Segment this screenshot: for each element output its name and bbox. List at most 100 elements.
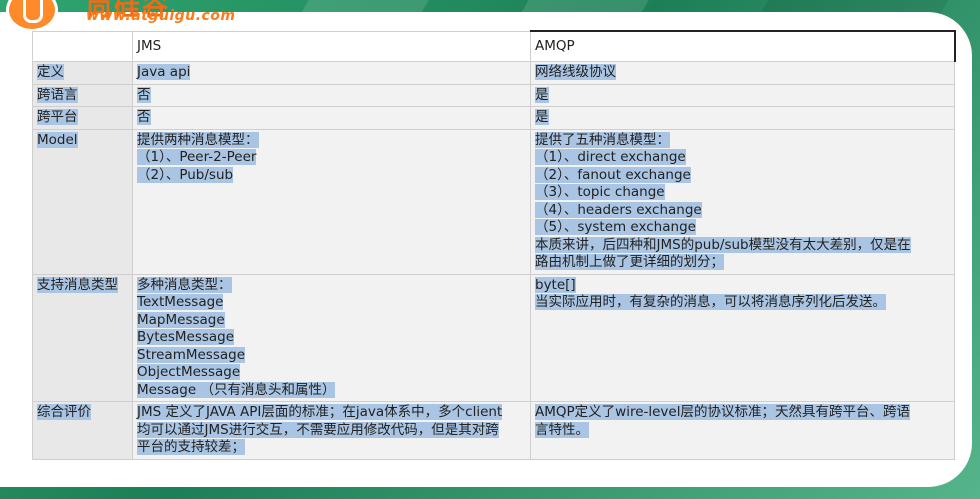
row-label: 跨语言 [37,86,78,103]
jms-cell-line: 平台的支持较差； [137,439,527,457]
amqp-cell-line: 当实际应用时，有复杂的消息，可以将消息序列化后发送。 [535,294,951,312]
row-label-cell: 综合评价 [32,401,133,460]
amqp-cell: 是 [530,106,955,130]
row-label: 综合评价 [37,404,91,420]
table-row: 综合评价 JMS 定义了JAVA API层面的标准；在java体系中，多个clie… [32,401,955,460]
amqp-cell: AMQP定义了wire-level层的协议标准；天然具有跨平台、跨语 言特性。 [530,401,955,460]
amqp-cell-line: （3）、topic change [535,184,951,202]
amqp-cell-line: 网络线级协议 [535,64,951,82]
logo-mark-icon [6,0,58,32]
jms-cell-text: BytesMessage [137,329,235,345]
jms-cell-text: TextMessage [137,294,224,310]
amqp-cell-text: （5）、system exchange [535,219,696,235]
amqp-cell: byte[] 当实际应用时，有复杂的消息，可以将消息序列化后发送。 [530,273,955,402]
amqp-cell-line: 路由机制上做了更详细的划分； [535,254,951,272]
jms-cell-line: TextMessage [137,294,527,312]
jms-cell-text: Java api [137,64,191,80]
amqp-cell-text: （2）、fanout exchange [535,166,691,183]
amqp-cell-line: （5）、system exchange [535,219,951,237]
table-row: 支持消息类型 多种消息类型： TextMessage MapMessage BytesM… [32,273,955,402]
amqp-cell-text: （3）、topic change [535,184,665,200]
jms-cell-line: Java api [137,64,527,82]
jms-cell-line: StreamMessage [137,346,527,365]
amqp-cell: 网络线级协议 [530,61,955,85]
jms-cell-text: 否 [137,109,151,125]
logo-url: www.atguigu.com [86,8,236,24]
jms-cell-text: 提供两种消息模型： [137,131,259,148]
jms-cell-line: ObjectMessage [137,364,527,382]
jms-cell: 否 [132,106,531,130]
table-row: 跨语言 否 是 [32,83,955,107]
header-cell-jms: JMS [132,30,531,62]
amqp-cell-text: 提供了五种消息模型： [535,131,670,148]
amqp-cell-line: 本质来讲，后四种和JMS的pub/sub模型没有太大差别，仅是在 [535,236,951,255]
jms-cell-text: Message （只有消息头和属性） [137,381,336,398]
amqp-cell: 提供了五种消息模型： （1）、direct exchange （2）、fanout … [530,128,955,275]
jms-cell-line: 多种消息类型： [137,276,527,295]
jms-cell-text: （2）、Pub/sub [137,166,234,183]
amqp-cell-text: （4）、headers exchange [535,201,702,218]
table-row: 定义 Java api 网络线级协议 [32,61,955,85]
jms-cell-text: （1）、Peer-2-Peer [137,149,257,165]
amqp-cell-line: 提供了五种消息模型： [535,131,951,150]
row-label: 支持消息类型 [37,276,118,293]
jms-cell-text: 多种消息类型： [137,276,232,293]
jms-cell-line: （2）、Pub/sub [137,166,527,185]
jms-cell: 提供两种消息模型： （1）、Peer-2-Peer （2）、Pub/sub [132,128,531,275]
amqp-cell-text: byte[] [535,276,576,293]
jms-cell-text: 否 [137,86,151,103]
row-label-cell: 跨平台 [32,106,133,130]
table-header-row: JMS AMQP [32,30,956,62]
jms-cell: JMS 定义了JAVA API层面的标准；在java体系中，多个client 均可… [132,401,531,460]
jms-cell-line: BytesMessage [137,329,527,347]
amqp-cell-text: 本质来讲，后四种和JMS的pub/sub模型没有太大差别，仅是在 [535,236,911,253]
header-cell-empty [32,30,133,62]
amqp-cell-text: 是 [535,109,549,125]
row-label: 定义 [37,64,64,80]
row-label: 跨平台 [37,109,78,125]
amqp-cell-line: （1）、direct exchange [535,149,951,167]
header-cell-amqp: AMQP [530,30,956,62]
jms-cell-text: 平台的支持较差； [137,439,245,455]
jms-cell-text: MapMessage [137,311,225,328]
amqp-cell-line: 是 [535,109,951,127]
jms-cell-line: 均可以通过JMS进行交互，不需要应用修改代码，但是其对跨 [137,421,527,440]
row-label-cell: 支持消息类型 [32,273,133,402]
jms-cell: Java api [132,61,531,85]
jms-cell: 多种消息类型： TextMessage MapMessage BytesMessage… [132,273,531,402]
amqp-cell-line: AMQP定义了wire-level层的协议标准；天然具有跨平台、跨语 [535,404,951,422]
amqp-cell-line: （2）、fanout exchange [535,166,951,185]
amqp-cell-text: 当实际应用时，有复杂的消息，可以将消息序列化后发送。 [535,294,886,310]
amqp-cell: 是 [530,83,955,107]
amqp-cell-line: 是 [535,86,951,105]
jms-cell: 否 [132,83,531,107]
brand-logo: 尚硅谷 www.atguigu.com [0,0,240,32]
amqp-cell-text: 路由机制上做了更详细的划分； [535,254,724,270]
jms-cell-text: ObjectMessage [137,364,241,380]
amqp-cell-text: 网络线级协议 [535,64,616,80]
amqp-cell-text: AMQP定义了wire-level层的协议标准；天然具有跨平台、跨语 [535,404,910,420]
jms-amqp-comparison-table: JMS AMQP 定义 Java api 网络线级协议 跨语言否是跨平台否是 Model… [32,30,956,460]
table-row: 跨平台 否 是 [32,106,955,130]
amqp-cell-text: 言特性。 [535,421,589,438]
jms-cell-text: JMS 定义了JAVA API层面的标准；在java体系中，多个client [137,404,503,420]
row-label: Model [37,131,78,148]
amqp-cell-text: （1）、direct exchange [535,149,686,165]
row-label-cell: 定义 [32,61,133,85]
jms-cell-line: 提供两种消息模型： [137,131,527,150]
amqp-cell-line: byte[] [535,276,951,295]
jms-cell-text: 均可以通过JMS进行交互，不需要应用修改代码，但是其对跨 [137,421,499,438]
amqp-cell-line: （4）、headers exchange [535,201,951,220]
jms-cell-line: 否 [137,109,527,127]
amqp-cell-line: 言特性。 [535,421,951,440]
row-label-cell: Model [32,128,133,275]
jms-cell-line: JMS 定义了JAVA API层面的标准；在java体系中，多个client [137,404,527,422]
jms-cell-line: 否 [137,86,527,105]
jms-cell-text: StreamMessage [137,346,246,363]
jms-cell-line: MapMessage [137,311,527,330]
jms-cell-line: （1）、Peer-2-Peer [137,149,527,167]
jms-cell-line: Message （只有消息头和属性） [137,381,527,400]
table-row: Model 提供两种消息模型： （1）、Peer-2-Peer （2）、Pub/sub… [32,128,955,275]
row-label-cell: 跨语言 [32,83,133,107]
amqp-cell-text: 是 [535,86,549,103]
